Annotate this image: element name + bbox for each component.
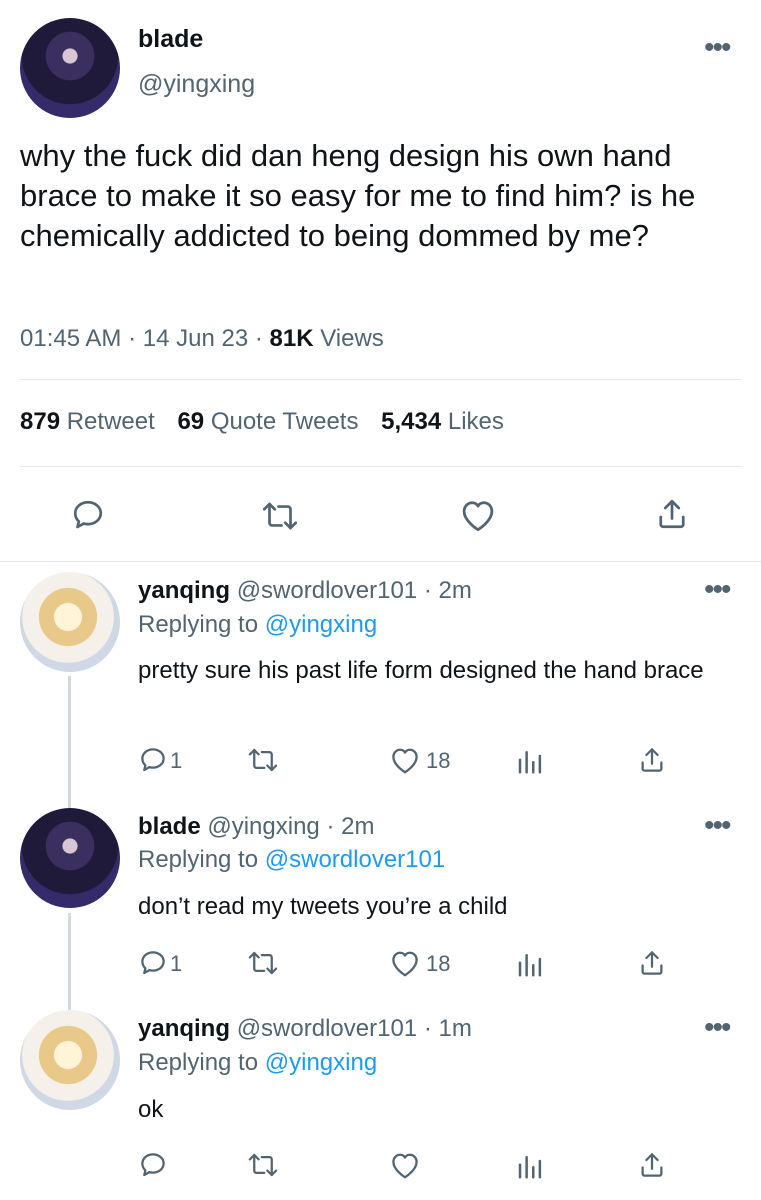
like-count: 18 bbox=[426, 748, 451, 773]
mention-link[interactable]: @yingxing bbox=[265, 1049, 377, 1076]
retweets-stat[interactable]: 879 Retweet bbox=[20, 408, 161, 435]
separator: · bbox=[128, 325, 137, 352]
display-name[interactable]: yanqing bbox=[138, 577, 230, 604]
replying-to: Replying to @yingxing bbox=[138, 611, 377, 639]
analytics-icon[interactable] bbox=[515, 949, 545, 979]
like-count: 18 bbox=[426, 951, 451, 976]
mention-link[interactable]: @yingxing bbox=[265, 611, 377, 638]
more-dots-icon[interactable]: ••• bbox=[704, 1013, 731, 1043]
retweet-icon[interactable] bbox=[246, 745, 280, 775]
reply-text: ok bbox=[138, 1096, 164, 1123]
share-icon[interactable] bbox=[654, 495, 690, 533]
avatar[interactable] bbox=[20, 1010, 120, 1110]
comment-bubble-icon[interactable] bbox=[70, 497, 106, 533]
divider bbox=[0, 561, 761, 562]
share-icon[interactable] bbox=[637, 947, 667, 979]
comment-bubble-icon[interactable] bbox=[138, 948, 168, 978]
more-dots-icon[interactable]: ••• bbox=[704, 811, 731, 841]
more-dots-icon[interactable]: ••• bbox=[704, 33, 731, 63]
views-label: Views bbox=[320, 325, 384, 352]
divider bbox=[20, 379, 741, 380]
timestamp: · 2m bbox=[326, 813, 375, 840]
share-icon[interactable] bbox=[637, 744, 667, 776]
comment-bubble-icon[interactable] bbox=[138, 745, 168, 775]
quotes-count: 69 bbox=[177, 408, 205, 435]
tweet-text: why the fuck did dan heng design his own… bbox=[20, 138, 696, 253]
handle[interactable]: @yingxing bbox=[138, 70, 255, 99]
thread-line bbox=[68, 676, 71, 814]
reply-header: yanqing @swordlover101 · 2m bbox=[138, 577, 472, 605]
separator: · bbox=[254, 325, 263, 352]
reply-text: don’t read my tweets you’re a child bbox=[138, 893, 508, 920]
quotes-stat[interactable]: 69 Quote Tweets bbox=[177, 408, 365, 435]
timestamp: · 2m bbox=[423, 577, 472, 604]
retweet-icon[interactable] bbox=[246, 1150, 280, 1180]
mention-link[interactable]: @swordlover101 bbox=[265, 846, 445, 873]
views-count: 81K bbox=[269, 325, 314, 352]
likes-stat[interactable]: 5,434 Likes bbox=[381, 408, 504, 435]
tweet-meta: 01:45 AM · 14 Jun 23 · 81K Views bbox=[20, 325, 384, 353]
reply-count: 1 bbox=[170, 748, 183, 773]
timestamp: · 1m bbox=[423, 1015, 472, 1042]
comment-bubble-icon[interactable] bbox=[138, 1150, 168, 1180]
display-name[interactable]: blade bbox=[138, 813, 201, 840]
engagement-stats: 879 Retweet 69 Quote Tweets 5,434 Likes bbox=[20, 408, 504, 436]
reply-header: blade @yingxing · 2m bbox=[138, 813, 374, 841]
retweet-icon[interactable] bbox=[260, 498, 300, 534]
display-name[interactable]: yanqing bbox=[138, 1015, 230, 1042]
divider bbox=[20, 466, 741, 467]
more-dots-icon[interactable]: ••• bbox=[704, 575, 731, 605]
thread-line bbox=[68, 913, 71, 1015]
avatar[interactable] bbox=[20, 18, 120, 118]
replying-label: Replying to bbox=[138, 1049, 259, 1076]
replying-to: Replying to @yingxing bbox=[138, 1049, 377, 1077]
likes-count: 5,434 bbox=[381, 408, 442, 435]
retweets-label: Retweet bbox=[66, 408, 155, 435]
likes-label: Likes bbox=[447, 408, 504, 435]
quotes-label: Quote Tweets bbox=[210, 408, 359, 435]
avatar[interactable] bbox=[20, 572, 120, 672]
avatar[interactable] bbox=[20, 808, 120, 908]
replying-label: Replying to bbox=[138, 611, 259, 638]
reply-header: yanqing @swordlover101 · 1m bbox=[138, 1015, 472, 1043]
retweet-icon[interactable] bbox=[246, 948, 280, 978]
handle[interactable]: @swordlover101 bbox=[237, 577, 417, 604]
retweets-count: 879 bbox=[20, 408, 61, 435]
tweet-date: 14 Jun 23 bbox=[142, 325, 249, 352]
handle[interactable]: @swordlover101 bbox=[237, 1015, 417, 1042]
reply-text: pretty sure his past life form designed … bbox=[138, 657, 704, 684]
heart-icon[interactable] bbox=[458, 497, 498, 533]
replying-to: Replying to @swordlover101 bbox=[138, 846, 445, 874]
replying-label: Replying to bbox=[138, 846, 259, 873]
heart-icon[interactable] bbox=[388, 1150, 422, 1180]
share-icon[interactable] bbox=[637, 1149, 667, 1181]
display-name[interactable]: blade bbox=[138, 25, 203, 54]
analytics-icon[interactable] bbox=[515, 746, 545, 776]
handle[interactable]: @yingxing bbox=[207, 813, 319, 840]
reply-count: 1 bbox=[170, 951, 183, 976]
analytics-icon[interactable] bbox=[515, 1151, 545, 1181]
heart-icon[interactable] bbox=[388, 948, 422, 978]
tweet-time: 01:45 AM bbox=[20, 325, 122, 352]
heart-icon[interactable] bbox=[388, 745, 422, 775]
